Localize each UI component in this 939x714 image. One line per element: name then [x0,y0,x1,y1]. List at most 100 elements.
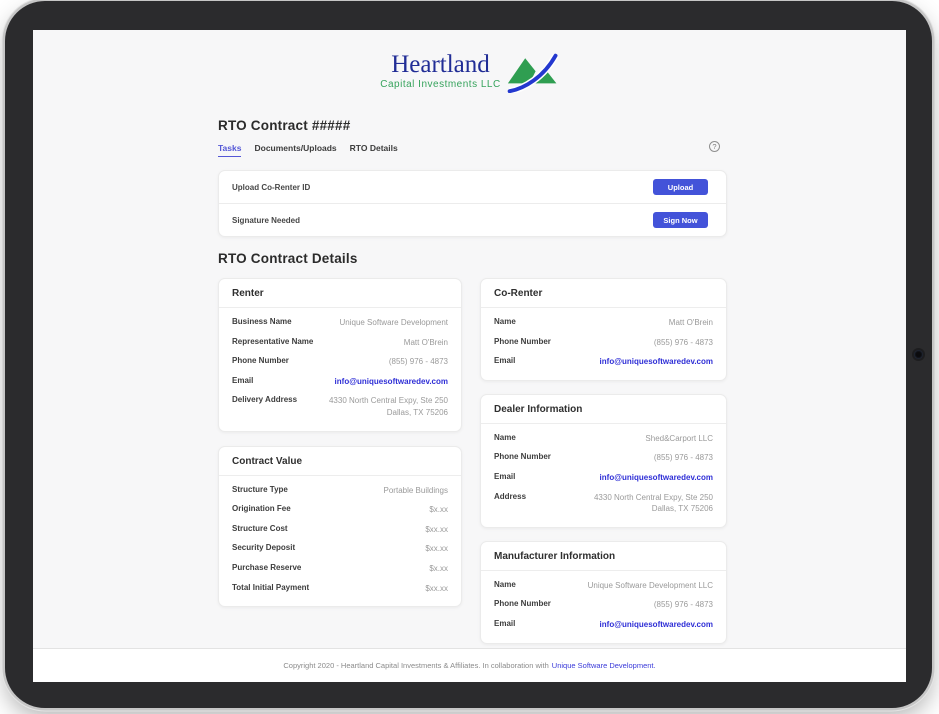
field-value: Shed&Carport LLC [645,433,713,445]
app-screen: Heartland Capital Investments LLC RTO Co… [33,30,906,682]
camera-icon [914,350,923,359]
field-row: Email info@uniquesoftwaredev.com [232,372,448,392]
field-row: Email info@uniquesoftwaredev.com [494,615,713,635]
field-row: Name Matt O'Brein [494,313,713,333]
field-label: Email [494,619,515,628]
field-value: Portable Buildings [384,485,448,497]
email-link[interactable]: info@uniquesoftwaredev.com [600,356,713,368]
details-left-column: Renter Business Name Unique Software Dev… [218,278,462,607]
field-value: (855) 976 - 4873 [654,452,713,464]
field-row: Name Shed&Carport LLC [494,429,713,449]
field-label: Phone Number [232,356,289,365]
field-label: Purchase Reserve [232,563,301,572]
field-label: Email [232,376,253,385]
field-label: Structure Cost [232,524,288,533]
field-label: Structure Type [232,485,288,494]
field-value-line2: Dallas, TX 75206 [329,407,448,419]
field-value: $xx.xx [425,524,448,536]
task-label: Signature Needed [232,216,300,225]
help-icon[interactable]: ? [709,141,720,152]
field-label: Business Name [232,317,292,326]
field-label: Total Initial Payment [232,583,309,592]
field-row: Name Unique Software Development LLC [494,576,713,596]
tasks-card: Upload Co-Renter ID Upload Signature Nee… [218,170,727,237]
card-title: Renter [219,279,461,308]
manufacturer-information-card: Manufacturer Information Name Unique Sof… [480,541,727,644]
field-label: Representative Name [232,337,313,346]
field-row: Address 4330 North Central Expy, Ste 250… [494,488,713,519]
field-label: Name [494,317,516,326]
email-link[interactable]: info@uniquesoftwaredev.com [600,472,713,484]
tab-rto-details[interactable]: RTO Details [350,143,398,155]
field-value-line2: Dallas, TX 75206 [594,503,713,515]
field-row: Purchase Reserve $x.xx [232,559,448,579]
tab-tasks[interactable]: Tasks [218,143,241,155]
card-title: Manufacturer Information [481,542,726,571]
email-link[interactable]: info@uniquesoftwaredev.com [600,619,713,631]
details-section-title: RTO Contract Details [218,251,358,266]
field-row: Security Deposit $xx.xx [232,539,448,559]
logo: Heartland Capital Investments LLC [33,52,906,98]
field-value: Matt O'Brein [669,317,713,329]
field-value: Matt O'Brein [404,337,448,349]
field-value: $xx.xx [425,583,448,595]
field-value: $xx.xx [425,543,448,555]
field-row: Structure Type Portable Buildings [232,481,448,501]
card-title: Contract Value [219,447,461,476]
field-row: Phone Number (855) 976 - 4873 [494,448,713,468]
task-label: Upload Co-Renter ID [232,183,310,192]
field-value: (855) 976 - 4873 [654,599,713,611]
field-label: Name [494,433,516,442]
page-title: RTO Contract ##### [218,118,350,133]
field-value: $x.xx [429,504,448,516]
field-row: Business Name Unique Software Developmen… [232,313,448,333]
field-label: Phone Number [494,452,551,461]
field-value: Unique Software Development [339,317,448,329]
logo-subtitle: Capital Investments LLC [380,79,500,90]
field-value: (855) 976 - 4873 [389,356,448,368]
field-label: Name [494,580,516,589]
field-value-line1: 4330 North Central Expy, Ste 250 [594,492,713,504]
logo-name: Heartland [391,52,490,78]
field-label: Address [494,492,526,501]
field-row: Email info@uniquesoftwaredev.com [494,468,713,488]
field-row: Origination Fee $x.xx [232,500,448,520]
card-title: Co-Renter [481,279,726,308]
field-label: Delivery Address [232,395,297,404]
co-renter-card: Co-Renter Name Matt O'Brein Phone Number… [480,278,727,381]
upload-button[interactable]: Upload [653,179,708,195]
field-label: Email [494,472,515,481]
field-label: Phone Number [494,599,551,608]
mountain-swoosh-icon [507,53,559,98]
footer: Copyright 2020 - Heartland Capital Inves… [33,648,906,682]
task-row-signature: Signature Needed Sign Now [219,203,726,236]
field-row: Phone Number (855) 976 - 4873 [232,352,448,372]
field-row: Email info@uniquesoftwaredev.com [494,352,713,372]
tab-documents-uploads[interactable]: Documents/Uploads [254,143,336,155]
field-label: Phone Number [494,337,551,346]
field-label: Security Deposit [232,543,295,552]
field-row: Phone Number (855) 976 - 4873 [494,333,713,353]
field-row: Structure Cost $xx.xx [232,520,448,540]
dealer-information-card: Dealer Information Name Shed&Carport LLC… [480,394,727,528]
renter-card: Renter Business Name Unique Software Dev… [218,278,462,432]
field-row: Phone Number (855) 976 - 4873 [494,595,713,615]
task-row-upload-id: Upload Co-Renter ID Upload [219,171,726,203]
sign-now-button[interactable]: Sign Now [653,212,708,228]
email-link[interactable]: info@uniquesoftwaredev.com [335,376,448,388]
details-right-column: Co-Renter Name Matt O'Brein Phone Number… [480,278,727,644]
tablet-frame: Heartland Capital Investments LLC RTO Co… [5,1,932,708]
field-row: Total Initial Payment $xx.xx [232,579,448,599]
copyright-text: Copyright 2020 - Heartland Capital Inves… [283,661,548,670]
field-value: $x.xx [429,563,448,575]
contract-value-card: Contract Value Structure Type Portable B… [218,446,462,608]
field-value: Unique Software Development LLC [588,580,713,592]
field-row: Representative Name Matt O'Brein [232,333,448,353]
field-row: Delivery Address 4330 North Central Expy… [232,391,448,422]
field-label: Email [494,356,515,365]
field-value-line1: 4330 North Central Expy, Ste 250 [329,395,448,407]
tab-bar: Tasks Documents/Uploads RTO Details [218,143,398,155]
footer-link[interactable]: Unique Software Development. [552,661,656,670]
field-label: Origination Fee [232,504,291,513]
card-title: Dealer Information [481,395,726,424]
